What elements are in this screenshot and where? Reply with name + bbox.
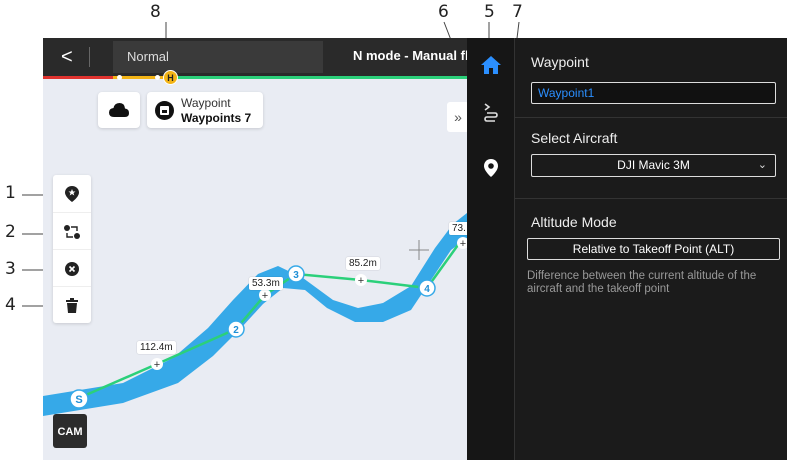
altitude-mode-select[interactable]: Relative to Takeoff Point (ALT) xyxy=(527,238,780,260)
callout-2: 2 xyxy=(5,222,16,242)
trash-icon xyxy=(66,298,78,313)
location-pin-icon xyxy=(484,159,498,177)
home-icon xyxy=(481,56,501,74)
select-aircraft-label: Select Aircraft xyxy=(531,130,618,146)
sidebar-altitude-button[interactable] xyxy=(483,102,499,129)
sidebar-home-button[interactable] xyxy=(481,56,501,79)
sidebar-icon-rail xyxy=(467,38,514,460)
aircraft-select-value: DJI Mavic 3M xyxy=(617,158,690,172)
reverse-route-button[interactable] xyxy=(53,212,91,250)
home-point-marker: H xyxy=(163,70,178,85)
callout-3: 3 xyxy=(5,259,16,279)
callout-4: 4 xyxy=(5,295,16,315)
distance-label-3: 85.2m xyxy=(346,257,380,270)
waypoint-2-label: 2 xyxy=(233,325,239,336)
callout-5: 5 xyxy=(484,2,495,22)
svg-text:+: + xyxy=(154,359,160,371)
status-dot xyxy=(155,75,160,80)
waypoint-section-label: Waypoint xyxy=(531,54,589,70)
altitude-mode-label: Altitude Mode xyxy=(531,214,617,230)
waypoint-3-label: 3 xyxy=(293,270,299,281)
waypoint-start-label: S xyxy=(75,394,82,406)
chevron-down-icon: ⌄ xyxy=(757,159,767,171)
section-divider xyxy=(515,117,787,118)
waypoint-altitude-icon xyxy=(484,103,498,122)
cloud-icon xyxy=(109,103,129,117)
waypoint-card-count: Waypoints 7 xyxy=(181,111,252,125)
clear-route-button[interactable] xyxy=(53,286,91,324)
top-bar: < Normal N mode - Manual fli xyxy=(43,38,472,76)
waypoint-4-label: 4 xyxy=(424,284,430,295)
signal-status-bar xyxy=(43,75,467,80)
aircraft-select[interactable]: DJI Mavic 3M ⌄ xyxy=(531,154,776,177)
altitude-mode-description: Difference between the current altitude … xyxy=(527,270,757,295)
svg-text:+: + xyxy=(460,238,466,250)
distance-label-2: 53.3m xyxy=(249,277,283,290)
settings-panel: Waypoint Waypoint1 Select Aircraft DJI M… xyxy=(514,38,787,460)
section-divider xyxy=(515,198,787,199)
sidebar-waypoint-button[interactable] xyxy=(484,159,498,182)
expand-panel-button[interactable]: » xyxy=(447,102,469,132)
status-segment-red xyxy=(43,76,113,79)
callout-7: 7 xyxy=(512,2,523,22)
back-button[interactable]: < xyxy=(61,46,73,69)
close-circle-icon xyxy=(65,261,79,276)
callout-6: 6 xyxy=(438,2,449,22)
flight-route xyxy=(78,237,465,400)
crosshair xyxy=(409,240,429,260)
cloud-button[interactable] xyxy=(98,92,140,128)
save-icon xyxy=(155,101,174,120)
distance-label-1: 112.4m xyxy=(137,341,176,354)
flight-mode-title: N mode - Manual fli xyxy=(353,48,473,63)
flight-mode-label: Normal xyxy=(127,49,169,64)
pin-star-icon xyxy=(65,185,79,202)
flight-mode-box[interactable]: Normal xyxy=(113,41,323,73)
svg-text:+: + xyxy=(358,275,364,287)
waypoint-card-title: Waypoint xyxy=(181,96,231,110)
add-poi-button[interactable] xyxy=(53,175,91,212)
waypoint-mission-card[interactable]: Waypoint Waypoints 7 xyxy=(147,92,263,128)
left-toolbar xyxy=(53,175,91,323)
status-dot xyxy=(117,75,122,80)
topbar-divider xyxy=(89,47,90,67)
delete-waypoint-button[interactable] xyxy=(53,249,91,287)
callout-8: 8 xyxy=(150,2,161,22)
camera-view-button[interactable]: CAM xyxy=(53,414,87,448)
callout-1: 1 xyxy=(5,183,16,203)
route-swap-icon xyxy=(64,224,80,239)
distance-label-4: 73. xyxy=(449,222,469,235)
app-screen: + + + + S 2 3 4 112.4m 53.3m 85.2m 73. <… xyxy=(43,38,787,460)
svg-text:+: + xyxy=(262,290,268,302)
waypoint-name-input[interactable]: Waypoint1 xyxy=(531,82,776,104)
